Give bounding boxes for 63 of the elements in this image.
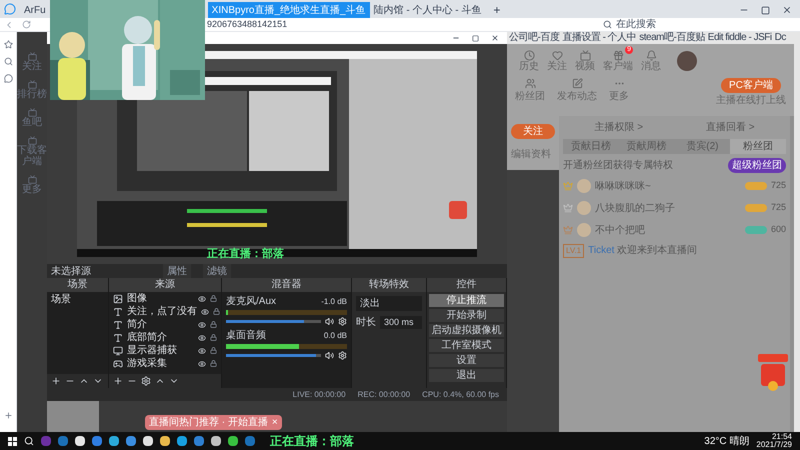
duration-field[interactable]: 300 ms: [380, 316, 422, 330]
control-button[interactable]: 工作室模式: [429, 339, 504, 352]
score: 725: [770, 201, 786, 214]
source-item[interactable]: 游戏采集: [127, 358, 194, 370]
dock-title: 场景: [47, 278, 108, 292]
bookmark[interactable]: Edit fiddle - JSFi: [708, 32, 772, 44]
source-toolbar-button[interactable]: 滤镜: [203, 264, 231, 278]
live-timer: LIVE: 00:00:00: [292, 388, 346, 400]
source-toolbar-button[interactable]: 属性: [163, 264, 191, 278]
dock-title: 控件: [427, 278, 506, 292]
source-item[interactable]: 简介: [127, 318, 194, 330]
scene-item[interactable]: 场景: [47, 292, 108, 307]
user-name: 不中个把吧: [595, 224, 646, 238]
welcome-message: Ticket 欢迎来到本直播间: [588, 244, 698, 258]
channel-reading: -1.0 dB: [321, 296, 347, 308]
search-field[interactable]: 在此搜索: [603, 17, 656, 32]
bookmark[interactable]: 直播设置 - 个人中: [562, 32, 636, 44]
live-caption: 正在直播：部落: [270, 433, 354, 450]
selected-source-label: 未选择源: [51, 264, 92, 278]
control-button[interactable]: 设置: [429, 354, 504, 367]
browser-tab[interactable]: XINBpyro直播_绝地求生直播_斗鱼: [208, 2, 370, 18]
duration-label: 时长: [356, 316, 376, 330]
user-name: 八块腹肌的二狗子: [595, 202, 676, 216]
score: 725: [770, 179, 786, 192]
source-item[interactable]: 图像: [127, 292, 194, 304]
panel-link[interactable]: 直播回看 >: [706, 120, 755, 135]
score: 600: [770, 223, 786, 236]
level-tag: LV.1: [563, 244, 584, 258]
follow-button[interactable]: 关注: [511, 124, 555, 139]
bookmark[interactable]: 公司吧-百度: [509, 32, 560, 44]
toast-text: 直播间热门推荐 · 开始直播: [149, 416, 268, 430]
cpu-status: CPU: 0.4%, 60.00 fps: [422, 388, 499, 400]
control-button[interactable]: 启动虚拟摄像机: [429, 324, 504, 337]
address-bar[interactable]: 9206763488142151: [207, 18, 288, 32]
clock-date: 2021/7/29: [756, 441, 792, 449]
pc-client-button[interactable]: PC客户端: [721, 78, 781, 93]
channel-name: 桌面音频: [226, 330, 266, 342]
panel-link[interactable]: 主播权限 >: [594, 120, 644, 135]
control-button[interactable]: 停止推流: [429, 294, 504, 307]
bookmark[interactable]: steam吧-百度贴: [639, 32, 705, 44]
fan-prompt: 开通粉丝团获得专属特权: [563, 158, 673, 173]
bookmark[interactable]: Dc: [774, 32, 786, 44]
control-button[interactable]: 退出: [429, 369, 504, 382]
dock-title: 转场特效: [352, 278, 426, 292]
weather-text: 32°C 晴朗: [704, 434, 750, 448]
rank-tab[interactable]: 粉丝团: [730, 139, 786, 154]
pc-note: 主播在线打上线: [716, 94, 786, 108]
new-tab-button[interactable]: +: [485, 2, 508, 18]
toast-close-button[interactable]: ×: [272, 415, 278, 430]
fan-club-button[interactable]: 超级粉丝团: [728, 158, 786, 173]
control-button[interactable]: 开始录制: [429, 309, 504, 322]
live-caption: 正在直播：部落: [207, 246, 284, 262]
channel-reading: 0.0 dB: [324, 330, 347, 342]
dock-title: 混音器: [222, 278, 351, 292]
source-item[interactable]: 显示器捕获: [127, 344, 194, 356]
user-name: 咻咻咪咪咪~: [595, 180, 652, 194]
rec-timer: REC: 00:00:00: [358, 388, 410, 400]
transition-select[interactable]: 淡出: [356, 296, 422, 311]
clock-time: 21:54: [772, 433, 792, 441]
source-item[interactable]: 底部简介: [127, 332, 194, 344]
channel-name: 麦克风/Aux: [226, 296, 276, 308]
source-item[interactable]: 关注，点了没有: [127, 306, 197, 318]
dock-title: 来源: [109, 278, 221, 292]
